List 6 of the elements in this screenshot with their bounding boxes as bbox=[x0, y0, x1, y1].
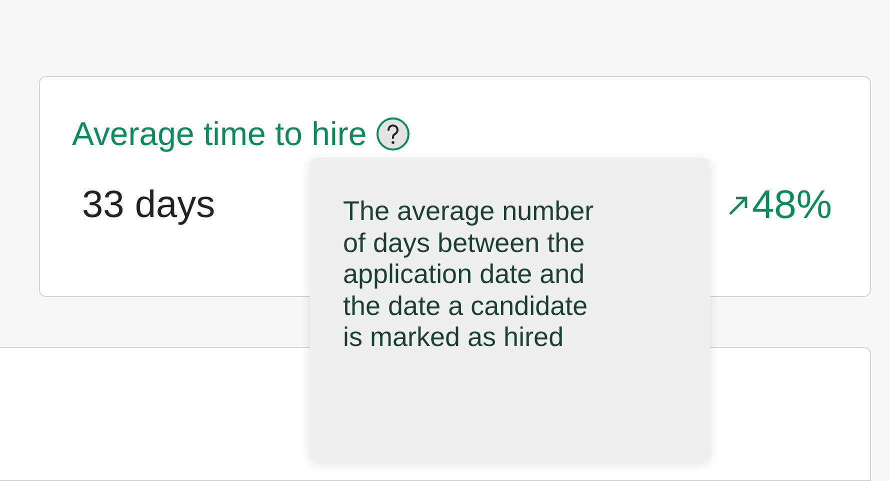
trend-percentage: 48% bbox=[752, 183, 832, 228]
metric-value: 33 days bbox=[82, 184, 216, 227]
metric-title: Average time to hire bbox=[72, 115, 367, 153]
arrow-icon bbox=[726, 194, 749, 216]
tooltip-text: The average number of days between the application date and the date a candidate is marked as hired bbox=[343, 196, 595, 354]
help-icon[interactable] bbox=[376, 117, 410, 151]
